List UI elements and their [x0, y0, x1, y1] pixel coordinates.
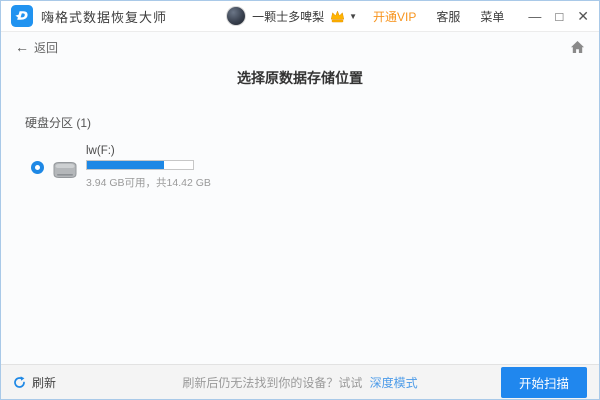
app-window: 嗨格式数据恢复大师 一颗士多啤梨 ▼ 开通VIP 客服 菜单 — □ ✕ ← 返…	[0, 0, 600, 400]
username[interactable]: 一颗士多啤梨	[252, 8, 324, 25]
titlebar-right: 一颗士多啤梨 ▼ 开通VIP 客服 菜单 — □ ✕	[226, 6, 589, 26]
refresh-label: 刷新	[32, 374, 56, 391]
radio-selected-icon[interactable]	[31, 161, 44, 174]
menu-button[interactable]: 菜单	[480, 8, 504, 25]
footer-bar: 刷新 刷新后仍无法找到你的设备？试试 深度模式 开始扫描	[1, 364, 599, 399]
drive-capacity: 3.94 GB可用，共14.42 GB	[86, 175, 211, 190]
back-label: 返回	[34, 39, 58, 56]
titlebar: 嗨格式数据恢复大师 一颗士多啤梨 ▼ 开通VIP 客服 菜单 — □ ✕	[1, 1, 599, 32]
hint-text: 刷新后仍无法找到你的设备？试试	[182, 376, 362, 390]
close-button[interactable]: ✕	[577, 9, 589, 23]
app-title: 嗨格式数据恢复大师	[41, 7, 167, 26]
drive-usage-fill	[87, 161, 164, 169]
drive-info: lw(F:) 3.94 GB可用，共14.42 GB	[86, 145, 211, 190]
chevron-down-icon[interactable]: ▼	[349, 12, 357, 21]
hard-drive-icon	[51, 159, 79, 181]
crown-icon	[330, 10, 345, 23]
refresh-button[interactable]: 刷新	[13, 374, 56, 391]
back-arrow-icon: ←	[15, 39, 29, 55]
minimize-button[interactable]: —	[528, 10, 541, 23]
refresh-icon	[13, 376, 26, 389]
drive-item[interactable]: lw(F:) 3.94 GB可用，共14.42 GB	[31, 145, 211, 190]
app-logo-icon	[11, 5, 33, 27]
home-icon[interactable]	[570, 40, 585, 54]
maximize-button[interactable]: □	[555, 10, 563, 23]
user-avatar[interactable]	[226, 6, 246, 26]
partition-section-label: 硬盘分区 (1)	[25, 114, 599, 131]
drive-name: lw(F:)	[86, 145, 211, 157]
page-title: 选择原数据存储位置	[1, 68, 599, 88]
nav-row: ← 返回	[1, 32, 599, 62]
drive-usage-bar	[86, 160, 194, 170]
deep-mode-link[interactable]: 深度模式	[370, 376, 418, 390]
footer-hint: 刷新后仍无法找到你的设备？试试 深度模式	[182, 374, 417, 391]
support-button[interactable]: 客服	[436, 8, 460, 25]
vip-button[interactable]: 开通VIP	[373, 8, 416, 25]
start-scan-button[interactable]: 开始扫描	[501, 367, 587, 398]
back-button[interactable]: ← 返回	[15, 39, 58, 56]
